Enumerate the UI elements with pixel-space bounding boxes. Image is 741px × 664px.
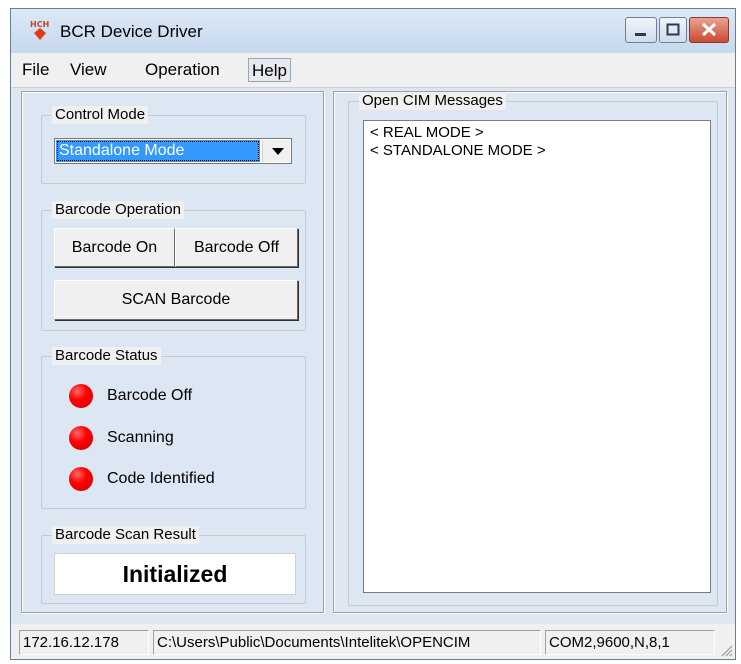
barcode-off-led-icon xyxy=(69,384,93,408)
close-icon xyxy=(701,22,717,37)
window-title: BCR Device Driver xyxy=(60,22,203,41)
messages-label: Open CIM Messages xyxy=(359,92,506,110)
barcode-status-group: Barcode Status Barcode Off Scanning Code… xyxy=(41,347,306,509)
maximize-button[interactable] xyxy=(659,17,687,43)
menu-file[interactable]: File xyxy=(19,58,52,82)
scan-result-value: Initialized xyxy=(54,553,296,595)
minimize-icon xyxy=(635,33,646,36)
messages-group: Open CIM Messages < REAL MODE > < STANDA… xyxy=(348,92,718,606)
message-line: < STANDALONE MODE > xyxy=(370,142,546,159)
control-mode-group: Control Mode Standalone Mode xyxy=(41,106,306,184)
port-settings-pane: COM2,9600,N,8,1 xyxy=(545,630,715,655)
scanning-led-icon xyxy=(69,426,93,450)
ip-address-pane: 172.16.12.178 xyxy=(19,630,149,655)
menu-operation[interactable]: Operation xyxy=(142,58,223,82)
messages-list[interactable]: < REAL MODE > < STANDALONE MODE > xyxy=(363,120,711,593)
chevron-down-icon[interactable] xyxy=(262,140,290,162)
path-pane: C:\Users\Public\Documents\Intelitek\OPEN… xyxy=(153,630,541,655)
scan-result-group: Barcode Scan Result Initialized xyxy=(41,526,306,604)
scan-barcode-button[interactable]: SCAN Barcode xyxy=(54,280,298,320)
svg-text:HCH: HCH xyxy=(30,20,49,29)
app-window: HCH BCR Device Driver File View Operatio… xyxy=(10,8,736,660)
message-line: < REAL MODE > xyxy=(370,124,484,141)
left-panel: Control Mode Standalone Mode Barcode Ope… xyxy=(21,91,324,613)
close-button[interactable] xyxy=(689,17,729,43)
menu-help[interactable]: Help xyxy=(248,58,291,82)
barcode-status-label: Barcode Status xyxy=(52,347,161,365)
code-identified-led-icon xyxy=(69,467,93,491)
minimize-button[interactable] xyxy=(625,17,657,43)
status-bar: 172.16.12.178 C:\Users\Public\Documents\… xyxy=(11,624,735,659)
title-bar[interactable]: HCH BCR Device Driver xyxy=(11,9,735,53)
barcode-on-button[interactable]: Barcode On xyxy=(54,228,175,267)
barcode-off-status-label: Barcode Off xyxy=(107,387,193,404)
barcode-operation-label: Barcode Operation xyxy=(52,201,184,219)
menu-bar: File View Operation Help xyxy=(11,53,735,88)
menu-view[interactable]: View xyxy=(67,58,110,82)
resize-grip-icon[interactable] xyxy=(719,643,733,657)
control-mode-dropdown[interactable]: Standalone Mode xyxy=(54,138,292,164)
control-mode-label: Control Mode xyxy=(52,106,149,124)
control-mode-selected-value: Standalone Mode xyxy=(56,140,260,162)
app-logo-icon: HCH xyxy=(30,20,49,40)
barcode-off-button[interactable]: Barcode Off xyxy=(175,228,298,267)
code-identified-status-label: Code Identified xyxy=(107,470,215,487)
scanning-status-label: Scanning xyxy=(107,429,174,446)
maximize-icon xyxy=(666,23,680,36)
barcode-operation-group: Barcode Operation Barcode On Barcode Off… xyxy=(41,201,306,331)
scan-result-label: Barcode Scan Result xyxy=(52,526,199,544)
right-panel: Open CIM Messages < REAL MODE > < STANDA… xyxy=(333,91,727,613)
